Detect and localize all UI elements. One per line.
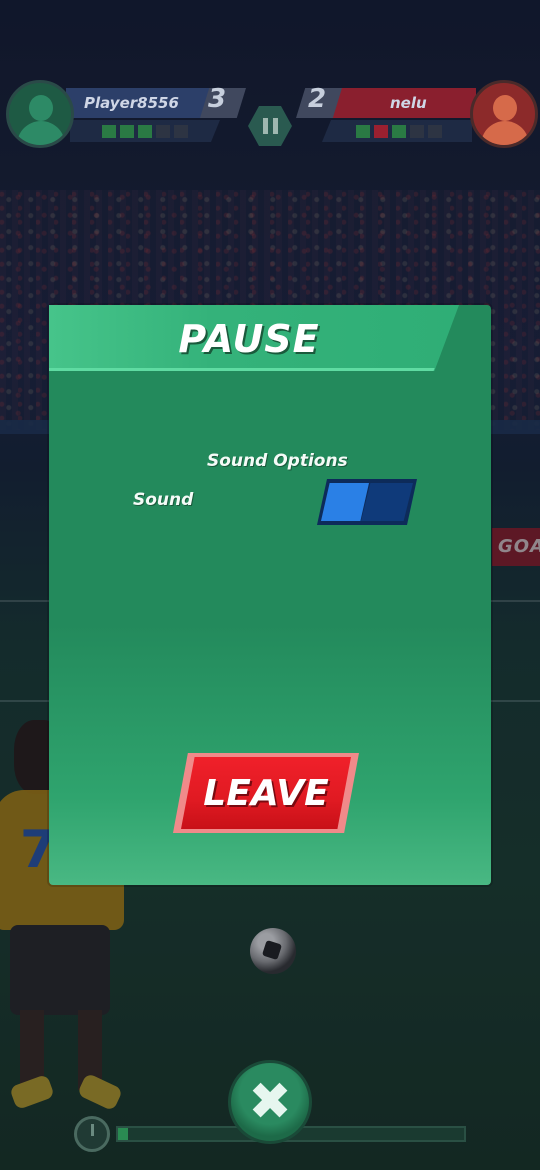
close-button[interactable]: ✖ [228, 1060, 312, 1144]
leave-button-face: LEAVE [181, 757, 351, 829]
result-pip [410, 125, 424, 138]
sound-toggle[interactable] [317, 479, 417, 525]
avatar-shoulders [481, 121, 529, 145]
close-icon: ✖ [248, 1072, 292, 1132]
left-player-name: Player8556 [66, 88, 216, 118]
leave-button[interactable]: LEAVE [173, 753, 359, 833]
sound-label: Sound [133, 490, 194, 510]
timer-icon [74, 1116, 110, 1152]
toggle-off-segment [361, 483, 413, 521]
pause-panel: PAUSE Sound Options Sound LEAVE [49, 305, 491, 885]
pause-bar [262, 118, 268, 134]
scoreboard: Player8556 nelu 3 2 [0, 80, 540, 150]
sound-options-title: Sound Options [207, 451, 348, 471]
avatar-shoulders [17, 121, 65, 145]
pause-bar [272, 118, 278, 134]
result-pip [174, 125, 188, 138]
result-pip [428, 125, 442, 138]
pause-icon[interactable] [248, 106, 292, 146]
result-pip [392, 125, 406, 138]
left-player-pips [102, 125, 188, 138]
result-pip [120, 125, 134, 138]
result-pip [102, 125, 116, 138]
toggle-on-segment [321, 483, 369, 521]
left-player-score: 3 [208, 84, 227, 114]
leave-button-label: LEAVE [203, 772, 329, 814]
match-progress-fill [118, 1128, 129, 1140]
right-player-name: nelu [328, 88, 476, 118]
panel-title: PAUSE [178, 317, 320, 361]
result-pip [138, 125, 152, 138]
right-player-pips [356, 125, 442, 138]
player-avatar-icon [470, 80, 538, 148]
result-pip [374, 125, 388, 138]
result-pip [156, 125, 170, 138]
result-pip [356, 125, 370, 138]
avatar-head [493, 95, 517, 121]
player-avatar-icon [6, 80, 74, 148]
right-player-score: 2 [308, 84, 327, 114]
avatar-head [29, 95, 53, 121]
